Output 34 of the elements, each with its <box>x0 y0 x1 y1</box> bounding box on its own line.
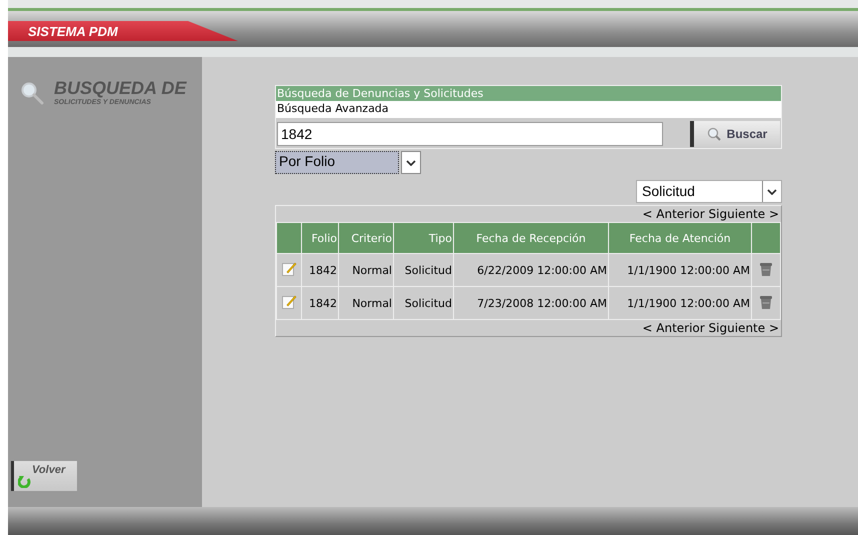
panel-title: Búsqueda de Denuncias y Solicitudes <box>276 86 781 101</box>
next-link[interactable]: Siguiente > <box>708 321 779 335</box>
search-field[interactable]: 1842 <box>277 122 663 146</box>
table-cell: 1842 <box>302 254 338 286</box>
previous-link[interactable]: < Anterior <box>642 321 705 335</box>
column-header: Tipo <box>394 222 454 254</box>
back-arrow-icon <box>18 474 32 488</box>
previous-link[interactable]: < Anterior <box>642 207 705 221</box>
table-cell: 6/22/2009 12:00:00 AM <box>454 254 608 286</box>
edit-note-icon[interactable] <box>281 260 297 276</box>
trash-icon[interactable] <box>759 294 773 310</box>
column-header: Fecha de Recepción <box>454 222 608 254</box>
column-header: Fecha de Atención <box>608 222 752 254</box>
column-header: Folio <box>302 222 338 254</box>
next-link[interactable]: Siguiente > <box>708 207 779 221</box>
app-title: SISTEMA PDM <box>28 24 118 38</box>
table-cell: Solicitud <box>394 254 454 286</box>
column-header: Criterio <box>338 222 394 254</box>
table-cell: Normal <box>338 286 394 320</box>
table-cell: 1/1/1900 12:00:00 AM <box>608 286 752 320</box>
type-dropdown[interactable]: Solicitud <box>636 180 782 203</box>
search-icon <box>706 127 721 141</box>
back-button[interactable]: Volver <box>11 461 77 491</box>
section-title: BUSQUEDA DE <box>54 79 186 97</box>
trash-icon[interactable] <box>759 260 773 276</box>
table-cell: Normal <box>338 254 394 286</box>
search-icon <box>20 81 44 105</box>
table-cell: 7/23/2008 12:00:00 AM <box>454 286 608 320</box>
table-cell: Solicitud <box>394 286 454 320</box>
search-button[interactable]: Buscar <box>690 121 780 147</box>
edit-note-icon[interactable] <box>281 294 297 310</box>
table-cell: 1842 <box>302 286 338 320</box>
table-cell: 1/1/1900 12:00:00 AM <box>608 254 752 286</box>
panel-subtitle: Búsqueda Avanzada <box>276 101 781 118</box>
